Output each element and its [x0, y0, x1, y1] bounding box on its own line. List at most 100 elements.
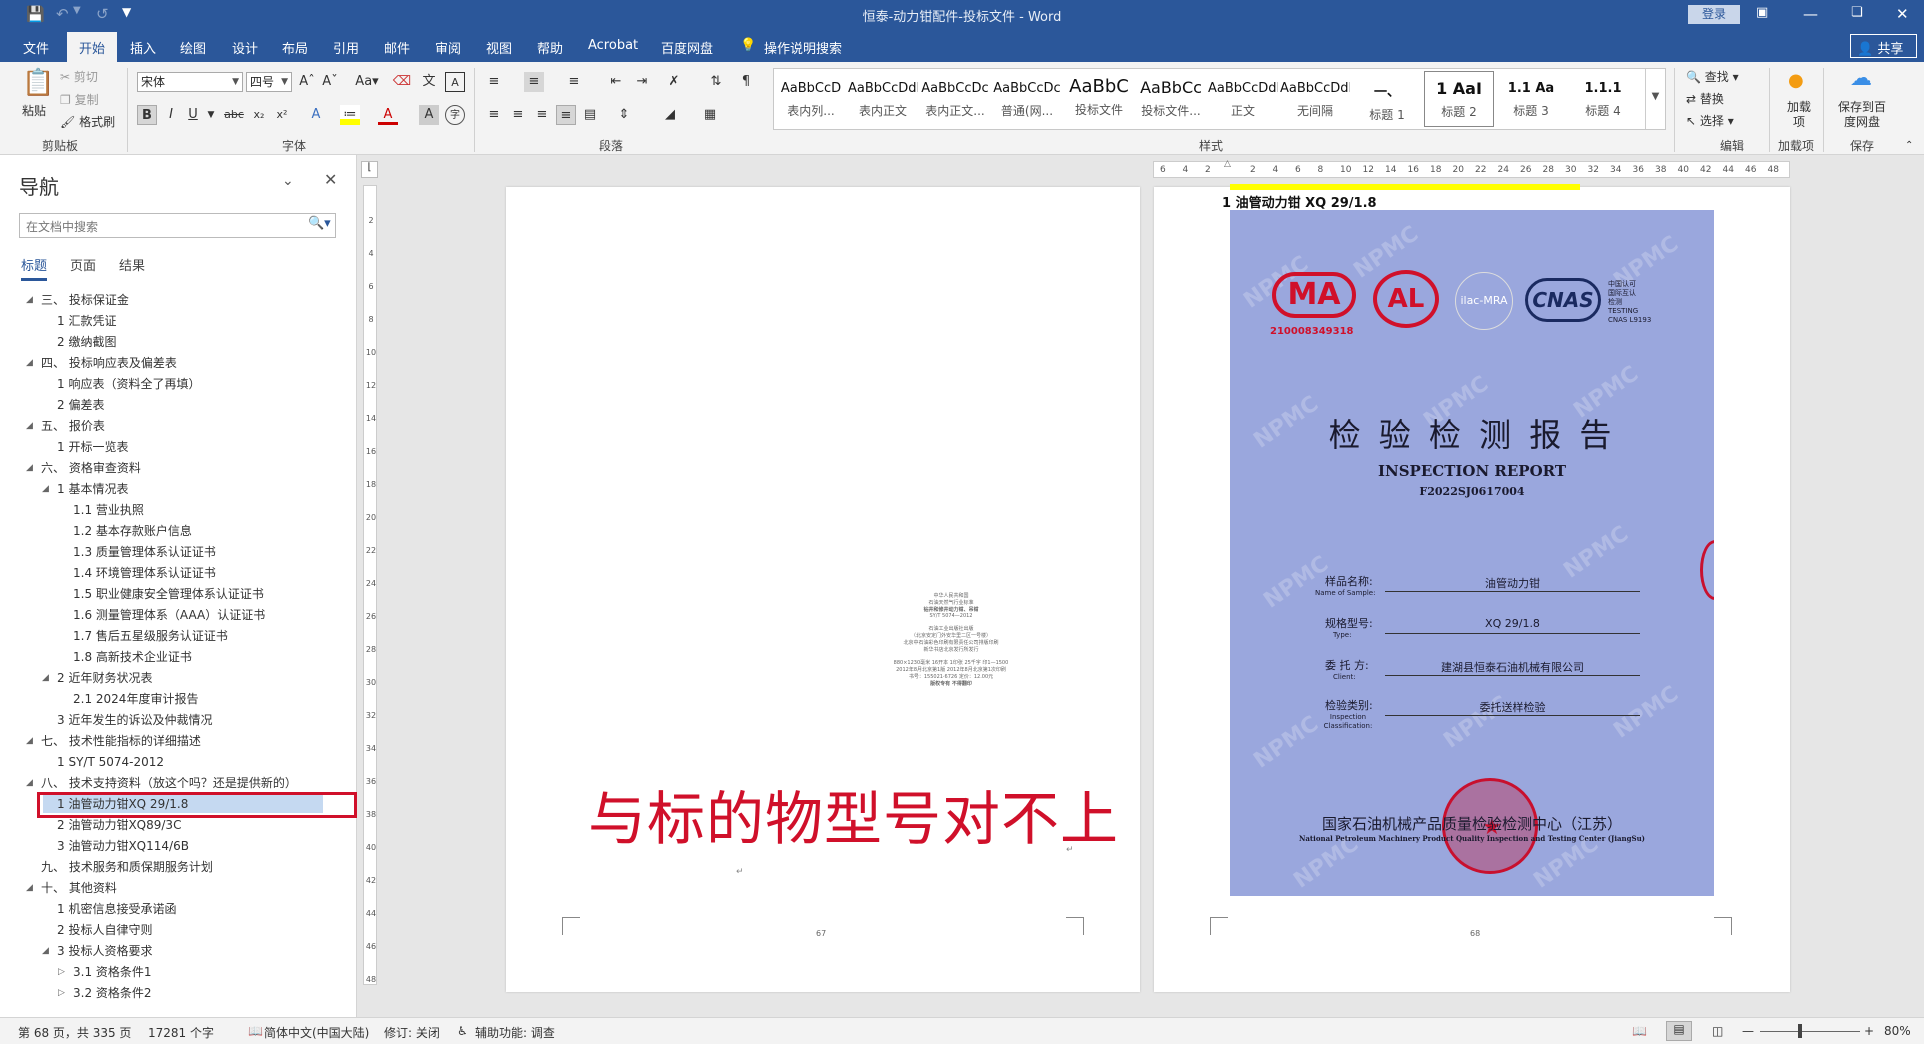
nav-heading[interactable]: 3 投标人资格要求 — [57, 941, 152, 961]
language[interactable]: 简体中文(中国大陆) — [264, 1024, 369, 1041]
format-painter-button[interactable]: 🖌 格式刷 — [60, 113, 115, 130]
sort-icon[interactable]: ⇅ — [706, 72, 726, 92]
nav-heading[interactable]: 3 近年发生的诉讼及仲裁情况 — [57, 710, 212, 730]
bold-icon[interactable]: B — [137, 105, 157, 125]
replace-button[interactable]: ⇄ 替换 — [1686, 90, 1724, 107]
font-name-select[interactable]: 宋体 ▼ — [137, 72, 243, 92]
expand-triangle-icon[interactable]: ◢ — [26, 358, 33, 368]
tab-insert[interactable]: 插入 — [130, 38, 156, 57]
enclose-characters-icon[interactable]: 字 — [445, 105, 465, 125]
underline-icon[interactable]: U — [183, 105, 203, 125]
collapse-triangle-icon[interactable]: ▷ — [58, 988, 65, 998]
line-spacing-icon[interactable]: ⇕ — [614, 105, 634, 125]
highlight-color-icon[interactable]: ≔ — [340, 105, 360, 125]
character-shading-icon[interactable]: A — [419, 105, 439, 125]
indent-marker-icon[interactable]: △ — [1224, 159, 1231, 169]
minimize-icon[interactable]: — — [1803, 5, 1818, 23]
print-layout-icon[interactable]: ▤ — [1666, 1021, 1692, 1041]
cloud-icon[interactable]: ☁ — [1850, 66, 1872, 91]
search-icon[interactable]: 🔍▾ — [308, 216, 331, 231]
nav-heading[interactable]: 2 偏差表 — [57, 395, 104, 415]
show-formatting-marks-icon[interactable]: ¶ — [736, 72, 756, 92]
text-effects-icon[interactable]: A — [306, 105, 326, 125]
nav-heading[interactable]: 三、 投标保证金 — [41, 290, 129, 310]
tab-view[interactable]: 视图 — [486, 38, 512, 57]
nav-heading[interactable]: 3.1 资格条件1 — [73, 962, 152, 982]
shrink-font-icon[interactable]: Aˇ — [320, 72, 340, 92]
nav-heading[interactable]: 2 投标人自律守则 — [57, 920, 152, 940]
style-item[interactable]: AaBbC 投标文件 — [1064, 71, 1134, 127]
borders-icon[interactable]: ▦ — [700, 105, 720, 125]
collapse-ribbon-icon[interactable]: ⌃ — [1905, 140, 1913, 151]
nav-heading[interactable]: 十、 其他资料 — [41, 878, 117, 898]
tab-help[interactable]: 帮助 — [537, 38, 563, 57]
grow-font-icon[interactable]: Aˆ — [297, 72, 317, 92]
tab-draw[interactable]: 绘图 — [180, 38, 206, 57]
align-right-icon[interactable]: ≡ — [532, 105, 552, 125]
web-layout-icon[interactable]: ◫ — [1712, 1024, 1723, 1038]
nav-heading[interactable]: 1.2 基本存款账户信息 — [73, 521, 192, 541]
nav-heading[interactable]: 1.5 职业健康安全管理体系认证证书 — [73, 584, 264, 604]
expand-triangle-icon[interactable]: ◢ — [26, 463, 33, 473]
numbering-icon[interactable]: ≡ — [524, 72, 544, 92]
cut-button[interactable]: ✂ 剪切 — [60, 68, 98, 85]
tab-review[interactable]: 审阅 — [435, 38, 461, 57]
style-item[interactable]: AaBbCcD 表内列... — [776, 71, 846, 127]
character-border-icon[interactable]: A — [445, 72, 465, 92]
nav-heading[interactable]: 3 油管动力钳XQ114/6B — [57, 836, 189, 856]
nav-heading[interactable]: 八、 技术支持资料（放这个吗？还是提供新的） — [41, 773, 297, 793]
tab-selector-icon[interactable]: ⌊ — [361, 161, 378, 178]
find-button[interactable]: 🔍 查找 ▾ — [1686, 68, 1739, 85]
style-item[interactable]: 1.1.1 标题 4 — [1568, 71, 1638, 127]
accessibility-icon[interactable]: ♿ — [457, 1024, 468, 1038]
expand-triangle-icon[interactable]: ◢ — [26, 421, 33, 431]
nav-heading[interactable]: 九、 技术服务和质保期服务计划 — [41, 857, 213, 877]
word-count[interactable]: 17281 个字 — [148, 1024, 214, 1041]
nav-heading[interactable]: 1 机密信息接受承诺函 — [57, 899, 176, 919]
nav-heading[interactable]: 2 油管动力钳XQ89/3C — [57, 815, 181, 835]
expand-triangle-icon[interactable]: ◢ — [42, 484, 49, 494]
ribbon-display-icon[interactable]: ▣ — [1756, 5, 1768, 20]
nav-heading[interactable]: 2 近年财务状况表 — [57, 668, 152, 688]
nav-heading[interactable]: 3.2 资格条件2 — [73, 983, 152, 1003]
distributed-icon[interactable]: ▤ — [580, 105, 600, 125]
style-item[interactable]: AaBbCcDc 表内正文... — [920, 71, 990, 127]
copy-button[interactable]: ❐ 复制 — [60, 91, 99, 108]
paste-button[interactable]: 粘贴 — [22, 102, 46, 119]
style-item[interactable]: AaBbCcDdI 表内正文 — [848, 71, 918, 127]
read-mode-icon[interactable]: 📖 — [1632, 1024, 1647, 1038]
tab-home[interactable]: 开始 — [67, 32, 117, 62]
zoom-out-icon[interactable]: — — [1742, 1024, 1754, 1038]
underline-dropdown-icon[interactable]: ▼ — [201, 105, 221, 125]
nav-heading[interactable]: 2 缴纳截图 — [57, 332, 116, 352]
style-item-selected[interactable]: 1 AaI 标题 2 — [1424, 71, 1494, 127]
spell-check-icon[interactable]: 📖 — [248, 1024, 263, 1038]
tab-baidu-netdisk[interactable]: 百度网盘 — [661, 38, 713, 57]
addins-button[interactable]: 加载项 — [1784, 100, 1814, 130]
expand-triangle-icon[interactable]: ◢ — [26, 736, 33, 746]
shading-icon[interactable]: ◢ — [660, 105, 680, 125]
nav-heading[interactable]: 五、 报价表 — [41, 416, 105, 436]
font-color-icon[interactable]: A — [378, 105, 398, 125]
expand-triangle-icon[interactable]: ◢ — [42, 946, 49, 956]
restore-icon[interactable]: ❏ — [1851, 5, 1863, 20]
nav-heading[interactable]: 七、 技术性能指标的详细描述 — [41, 731, 201, 751]
accessibility-status[interactable]: 辅助功能: 调查 — [475, 1024, 555, 1041]
nav-heading[interactable]: 1 开标一览表 — [57, 437, 128, 457]
track-changes-status[interactable]: 修订: 关闭 — [384, 1024, 440, 1041]
nav-heading[interactable]: 四、 投标响应表及偏差表 — [41, 353, 177, 373]
login-button[interactable]: 登录 — [1688, 5, 1740, 24]
save-to-baidu-button[interactable]: 保存到百度网盘 — [1834, 100, 1890, 130]
styles-more-icon[interactable]: ▼ — [1645, 69, 1665, 129]
superscript-icon[interactable]: x² — [272, 105, 292, 125]
nav-heading[interactable]: 1.6 测量管理体系（AAA）认证证书 — [73, 605, 265, 625]
tab-design[interactable]: 设计 — [232, 38, 258, 57]
page-count[interactable]: 第 68 页，共 335 页 — [18, 1024, 131, 1041]
nav-heading[interactable]: 六、 资格审查资料 — [41, 458, 141, 478]
justify-icon[interactable]: ≡ — [556, 105, 576, 125]
tab-results[interactable]: 结果 — [119, 255, 145, 274]
nav-heading[interactable]: 1 基本情况表 — [57, 479, 128, 499]
nav-heading[interactable]: 1 SY/T 5074-2012 — [57, 752, 164, 772]
share-button[interactable]: 👤 共享 — [1850, 34, 1917, 58]
zoom-in-icon[interactable]: + — [1864, 1024, 1874, 1038]
